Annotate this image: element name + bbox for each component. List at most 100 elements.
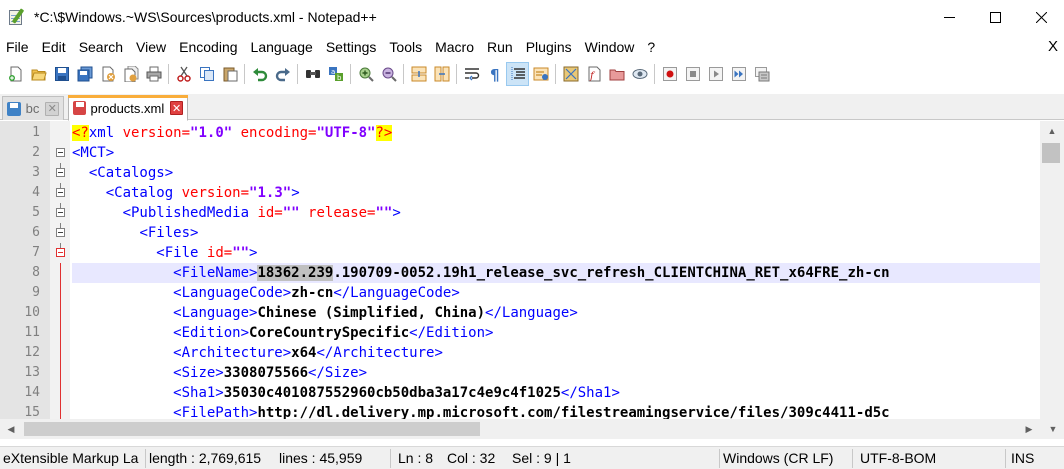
line-content[interactable]: <Catalog version="1.3"> bbox=[72, 183, 1040, 203]
line-content[interactable]: <?xml version="1.0" encoding="UTF-8"?> bbox=[72, 123, 1040, 143]
close-document-button[interactable]: X bbox=[1048, 36, 1058, 58]
redo-button[interactable] bbox=[271, 62, 294, 86]
paste-button[interactable] bbox=[218, 62, 241, 86]
monitoring-button[interactable] bbox=[628, 62, 651, 86]
menu-macro[interactable]: Macro bbox=[428, 36, 480, 58]
xml-tag: <PublishedMedia bbox=[122, 205, 250, 221]
menu-language[interactable]: Language bbox=[244, 36, 319, 58]
horizontal-scroll-thumb[interactable] bbox=[24, 422, 480, 436]
fold-marker[interactable] bbox=[56, 203, 65, 223]
xml-text: .190709-0052.19h1_release_svc_refresh_CL… bbox=[333, 265, 890, 281]
zoom-in-icon bbox=[359, 67, 374, 82]
close-window-button[interactable] bbox=[1018, 0, 1064, 34]
tab-close-button[interactable]: ✕ bbox=[170, 101, 183, 115]
open-file-button[interactable] bbox=[27, 62, 50, 86]
show-all-characters-button[interactable]: ¶ bbox=[483, 62, 506, 86]
run-macro-multiple-button[interactable] bbox=[727, 62, 750, 86]
line-content[interactable]: <Catalogs> bbox=[72, 163, 1040, 183]
scroll-right-arrow-icon[interactable]: ▶ bbox=[1020, 419, 1038, 439]
menu-run[interactable]: Run bbox=[480, 36, 519, 58]
minimize-button[interactable] bbox=[926, 0, 972, 34]
menu-plugins[interactable]: Plugins bbox=[519, 36, 578, 58]
menu-tools[interactable]: Tools bbox=[382, 36, 428, 58]
fold-marker[interactable] bbox=[56, 243, 65, 263]
line-content[interactable]: <Files> bbox=[72, 223, 1040, 243]
line-content[interactable]: <Architecture>x64</Architecture> bbox=[72, 343, 1040, 363]
maximize-button[interactable] bbox=[972, 0, 1018, 34]
line-number: 11 bbox=[24, 325, 40, 340]
close-all-button[interactable] bbox=[119, 62, 142, 86]
zoom-out-button[interactable] bbox=[377, 62, 400, 86]
line-content[interactable]: <File id=""> bbox=[72, 243, 1040, 263]
open-file-icon bbox=[30, 69, 47, 81]
save-macro-button[interactable] bbox=[750, 62, 773, 86]
replace-icon: ab bbox=[328, 67, 343, 82]
vertical-scrollbar[interactable]: ▲ bbox=[1040, 121, 1064, 419]
new-file-button[interactable] bbox=[4, 62, 27, 86]
function-list-button[interactable]: f bbox=[582, 62, 605, 86]
vertical-scroll-thumb[interactable] bbox=[1042, 143, 1060, 163]
line-content[interactable]: <Language>Chinese (Simplified, China)</L… bbox=[72, 303, 1040, 323]
menu-edit[interactable]: Edit bbox=[35, 36, 72, 58]
document-map-button[interactable] bbox=[559, 62, 582, 86]
save-button[interactable] bbox=[50, 62, 73, 86]
menu-window[interactable]: Window bbox=[578, 36, 641, 58]
save-all-button[interactable] bbox=[73, 62, 96, 86]
zoom-in-button[interactable] bbox=[354, 62, 377, 86]
line-content[interactable]: <Edition>CoreCountrySpecific</Edition> bbox=[72, 323, 1040, 343]
horizontal-scrollbar[interactable]: ◀ ▶ ▼ bbox=[0, 419, 1064, 439]
code-line: 1 <?xml version="1.0" encoding="UTF-8"?> bbox=[0, 123, 1040, 143]
indent-guide-button[interactable] bbox=[506, 62, 529, 86]
replace-button[interactable]: ab bbox=[324, 62, 347, 86]
print-button[interactable] bbox=[142, 62, 165, 86]
play-macro-button[interactable] bbox=[704, 62, 727, 86]
fold-marker[interactable] bbox=[56, 163, 65, 183]
copy-icon bbox=[199, 67, 214, 81]
new-file-icon bbox=[8, 66, 21, 82]
record-macro-button[interactable] bbox=[658, 62, 681, 86]
line-content[interactable]: <Sha1>35030c401087552960cb50dba3a17c4e9c… bbox=[72, 383, 1040, 403]
menu-view[interactable]: View bbox=[129, 36, 172, 58]
line-content[interactable]: <PublishedMedia id="" release=""> bbox=[72, 203, 1040, 223]
menu-encoding[interactable]: Encoding bbox=[172, 36, 243, 58]
word-wrap-button[interactable] bbox=[460, 62, 483, 86]
menu-help[interactable]: ? bbox=[640, 36, 661, 58]
sync-horizontal-button[interactable] bbox=[430, 62, 453, 86]
line-content[interactable]: <LanguageCode>zh-cn</LanguageCode> bbox=[72, 283, 1040, 303]
close-file-button[interactable] bbox=[96, 62, 119, 86]
notepadpp-app-icon[interactable] bbox=[8, 8, 26, 26]
undo-button[interactable] bbox=[248, 62, 271, 86]
indent-guide-icon bbox=[511, 67, 525, 81]
line-content[interactable]: <FileName>18362.239.190709-0052.19h1_rel… bbox=[72, 263, 1040, 283]
menu-settings[interactable]: Settings bbox=[319, 36, 383, 58]
menu-search[interactable]: Search bbox=[72, 36, 129, 58]
cut-button[interactable] bbox=[172, 62, 195, 86]
scroll-left-arrow-icon[interactable]: ◀ bbox=[2, 419, 20, 439]
line-content[interactable]: <FilePath>http://dl.delivery.mp.microsof… bbox=[72, 403, 1040, 419]
tab-products-xml[interactable]: products.xml ✕ bbox=[68, 95, 188, 121]
stop-macro-button[interactable] bbox=[681, 62, 704, 86]
tab-bc[interactable]: bc ✕ bbox=[2, 96, 64, 120]
fold-marker[interactable] bbox=[56, 143, 65, 163]
scroll-down-arrow-icon[interactable]: ▼ bbox=[1044, 419, 1062, 439]
xml-attr: version= bbox=[122, 125, 191, 141]
editor-area[interactable]: 1 <?xml version="1.0" encoding="UTF-8"?>… bbox=[0, 121, 1064, 419]
tab-close-button[interactable]: ✕ bbox=[45, 101, 59, 116]
fold-marker[interactable] bbox=[56, 183, 65, 203]
toolbar-separator bbox=[654, 64, 655, 84]
sync-vertical-button[interactable] bbox=[407, 62, 430, 86]
scroll-up-arrow-icon[interactable]: ▲ bbox=[1040, 121, 1064, 141]
copy-button[interactable] bbox=[195, 62, 218, 86]
function-list-icon: f bbox=[588, 66, 600, 82]
xml-attr: version= bbox=[181, 185, 250, 201]
menu-file[interactable]: File bbox=[0, 36, 35, 58]
fold-marker[interactable] bbox=[56, 223, 65, 243]
find-button[interactable] bbox=[301, 62, 324, 86]
document-map-icon bbox=[563, 66, 578, 82]
folder-as-workspace-button[interactable] bbox=[605, 62, 628, 86]
line-content[interactable]: <MCT> bbox=[72, 143, 1040, 163]
xml-tag: </LanguageCode> bbox=[333, 285, 460, 301]
user-defined-language-button[interactable] bbox=[529, 62, 552, 86]
xml-tag: </Edition> bbox=[409, 325, 494, 341]
line-content[interactable]: <Size>3308075566</Size> bbox=[72, 363, 1040, 383]
